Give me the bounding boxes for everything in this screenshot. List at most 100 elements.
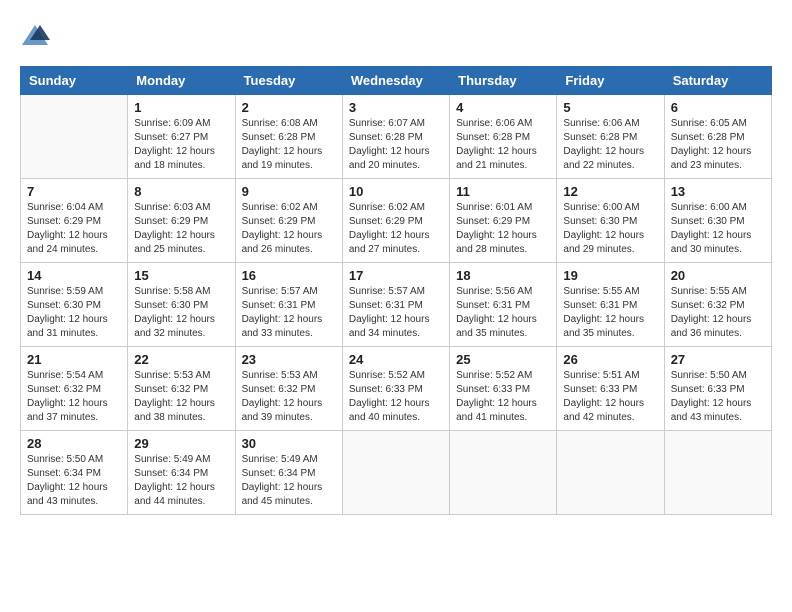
day-cell: 8 Sunrise: 6:03 AMSunset: 6:29 PMDaylight… (128, 179, 235, 263)
day-info: Sunrise: 6:02 AMSunset: 6:29 PMDaylight:… (242, 201, 336, 257)
day-cell (664, 431, 771, 515)
day-number: 21 (27, 352, 121, 367)
day-number: 8 (134, 184, 228, 199)
day-number: 9 (242, 184, 336, 199)
weekday-header-monday: Monday (128, 67, 235, 95)
day-info: Sunrise: 5:56 AMSunset: 6:31 PMDaylight:… (456, 285, 550, 341)
day-info: Sunrise: 6:08 AMSunset: 6:28 PMDaylight:… (242, 117, 336, 173)
day-info: Sunrise: 5:49 AMSunset: 6:34 PMDaylight:… (242, 453, 336, 509)
day-number: 11 (456, 184, 550, 199)
day-cell (342, 431, 449, 515)
day-cell: 23 Sunrise: 5:53 AMSunset: 6:32 PMDayligh… (235, 347, 342, 431)
day-info: Sunrise: 5:58 AMSunset: 6:30 PMDaylight:… (134, 285, 228, 341)
day-info: Sunrise: 6:00 AMSunset: 6:30 PMDaylight:… (563, 201, 657, 257)
day-number: 12 (563, 184, 657, 199)
day-number: 23 (242, 352, 336, 367)
day-cell: 7Sunrise: 6:04 AMSunset: 6:29 PMDaylight… (21, 179, 128, 263)
day-info: Sunrise: 5:49 AMSunset: 6:34 PMDaylight:… (134, 453, 228, 509)
day-cell: 15 Sunrise: 5:58 AMSunset: 6:30 PMDayligh… (128, 263, 235, 347)
day-info: Sunrise: 5:52 AMSunset: 6:33 PMDaylight:… (349, 369, 443, 425)
day-info: Sunrise: 5:53 AMSunset: 6:32 PMDaylight:… (134, 369, 228, 425)
day-number: 6 (671, 100, 765, 115)
day-cell: 26 Sunrise: 5:51 AMSunset: 6:33 PMDayligh… (557, 347, 664, 431)
day-cell: 19Sunrise: 5:55 AMSunset: 6:31 PMDayligh… (557, 263, 664, 347)
day-number: 13 (671, 184, 765, 199)
day-cell: 1 Sunrise: 6:09 AMSunset: 6:27 PMDaylight… (128, 95, 235, 179)
day-cell: 20Sunrise: 5:55 AMSunset: 6:32 PMDayligh… (664, 263, 771, 347)
day-info: Sunrise: 6:00 AMSunset: 6:30 PMDaylight:… (671, 201, 765, 257)
day-cell: 3 Sunrise: 6:07 AMSunset: 6:28 PMDaylight… (342, 95, 449, 179)
day-number: 27 (671, 352, 765, 367)
week-row-5: 28 Sunrise: 5:50 AMSunset: 6:34 PMDayligh… (21, 431, 772, 515)
day-info: Sunrise: 6:06 AMSunset: 6:28 PMDaylight:… (563, 117, 657, 173)
week-row-2: 7Sunrise: 6:04 AMSunset: 6:29 PMDaylight… (21, 179, 772, 263)
day-number: 24 (349, 352, 443, 367)
day-info: Sunrise: 5:51 AMSunset: 6:33 PMDaylight:… (563, 369, 657, 425)
week-row-3: 14 Sunrise: 5:59 AMSunset: 6:30 PMDayligh… (21, 263, 772, 347)
day-cell (557, 431, 664, 515)
day-info: Sunrise: 6:09 AMSunset: 6:27 PMDaylight:… (134, 117, 228, 173)
day-number: 3 (349, 100, 443, 115)
logo-icon (20, 20, 50, 50)
day-cell: 16 Sunrise: 5:57 AMSunset: 6:31 PMDayligh… (235, 263, 342, 347)
logo (20, 20, 54, 50)
day-info: Sunrise: 5:54 AMSunset: 6:32 PMDaylight:… (27, 369, 121, 425)
weekday-header-thursday: Thursday (450, 67, 557, 95)
day-cell: 22 Sunrise: 5:53 AMSunset: 6:32 PMDayligh… (128, 347, 235, 431)
day-number: 20 (671, 268, 765, 283)
day-number: 29 (134, 436, 228, 451)
day-number: 16 (242, 268, 336, 283)
day-info: Sunrise: 6:05 AMSunset: 6:28 PMDaylight:… (671, 117, 765, 173)
day-number: 26 (563, 352, 657, 367)
day-info: Sunrise: 5:53 AMSunset: 6:32 PMDaylight:… (242, 369, 336, 425)
day-cell: 6 Sunrise: 6:05 AMSunset: 6:28 PMDaylight… (664, 95, 771, 179)
day-cell: 2 Sunrise: 6:08 AMSunset: 6:28 PMDaylight… (235, 95, 342, 179)
day-info: Sunrise: 6:02 AMSunset: 6:29 PMDaylight:… (349, 201, 443, 257)
day-info: Sunrise: 5:59 AMSunset: 6:30 PMDaylight:… (27, 285, 121, 341)
day-cell: 25 Sunrise: 5:52 AMSunset: 6:33 PMDayligh… (450, 347, 557, 431)
day-info: Sunrise: 5:50 AMSunset: 6:34 PMDaylight:… (27, 453, 121, 509)
day-cell: 30 Sunrise: 5:49 AMSunset: 6:34 PMDayligh… (235, 431, 342, 515)
day-number: 5 (563, 100, 657, 115)
calendar-table: SundayMondayTuesdayWednesdayThursdayFrid… (20, 66, 772, 515)
day-number: 25 (456, 352, 550, 367)
weekday-header-sunday: Sunday (21, 67, 128, 95)
day-cell: 12 Sunrise: 6:00 AMSunset: 6:30 PMDayligh… (557, 179, 664, 263)
day-cell: 9 Sunrise: 6:02 AMSunset: 6:29 PMDaylight… (235, 179, 342, 263)
day-cell (21, 95, 128, 179)
day-cell: 13 Sunrise: 6:00 AMSunset: 6:30 PMDayligh… (664, 179, 771, 263)
day-number: 4 (456, 100, 550, 115)
day-number: 18 (456, 268, 550, 283)
day-info: Sunrise: 5:52 AMSunset: 6:33 PMDaylight:… (456, 369, 550, 425)
week-row-4: 21 Sunrise: 5:54 AMSunset: 6:32 PMDayligh… (21, 347, 772, 431)
day-cell: 28 Sunrise: 5:50 AMSunset: 6:34 PMDayligh… (21, 431, 128, 515)
day-cell: 10 Sunrise: 6:02 AMSunset: 6:29 PMDayligh… (342, 179, 449, 263)
day-number: 14 (27, 268, 121, 283)
weekday-header-friday: Friday (557, 67, 664, 95)
day-number: 2 (242, 100, 336, 115)
day-number: 1 (134, 100, 228, 115)
day-number: 10 (349, 184, 443, 199)
weekday-header-wednesday: Wednesday (342, 67, 449, 95)
day-number: 7 (27, 184, 121, 199)
day-cell: 4Sunrise: 6:06 AMSunset: 6:28 PMDaylight… (450, 95, 557, 179)
day-number: 19 (563, 268, 657, 283)
week-row-1: 1 Sunrise: 6:09 AMSunset: 6:27 PMDaylight… (21, 95, 772, 179)
day-cell: 14 Sunrise: 5:59 AMSunset: 6:30 PMDayligh… (21, 263, 128, 347)
day-cell: 24 Sunrise: 5:52 AMSunset: 6:33 PMDayligh… (342, 347, 449, 431)
day-number: 17 (349, 268, 443, 283)
day-number: 22 (134, 352, 228, 367)
day-cell: 21 Sunrise: 5:54 AMSunset: 6:32 PMDayligh… (21, 347, 128, 431)
day-info: Sunrise: 6:03 AMSunset: 6:29 PMDaylight:… (134, 201, 228, 257)
day-number: 15 (134, 268, 228, 283)
day-info: Sunrise: 6:07 AMSunset: 6:28 PMDaylight:… (349, 117, 443, 173)
day-number: 28 (27, 436, 121, 451)
weekday-header-saturday: Saturday (664, 67, 771, 95)
day-info: Sunrise: 5:57 AMSunset: 6:31 PMDaylight:… (242, 285, 336, 341)
day-cell: 11 Sunrise: 6:01 AMSunset: 6:29 PMDayligh… (450, 179, 557, 263)
day-number: 30 (242, 436, 336, 451)
day-info: Sunrise: 6:01 AMSunset: 6:29 PMDaylight:… (456, 201, 550, 257)
day-cell: 27Sunrise: 5:50 AMSunset: 6:33 PMDayligh… (664, 347, 771, 431)
day-cell (450, 431, 557, 515)
day-cell: 18 Sunrise: 5:56 AMSunset: 6:31 PMDayligh… (450, 263, 557, 347)
